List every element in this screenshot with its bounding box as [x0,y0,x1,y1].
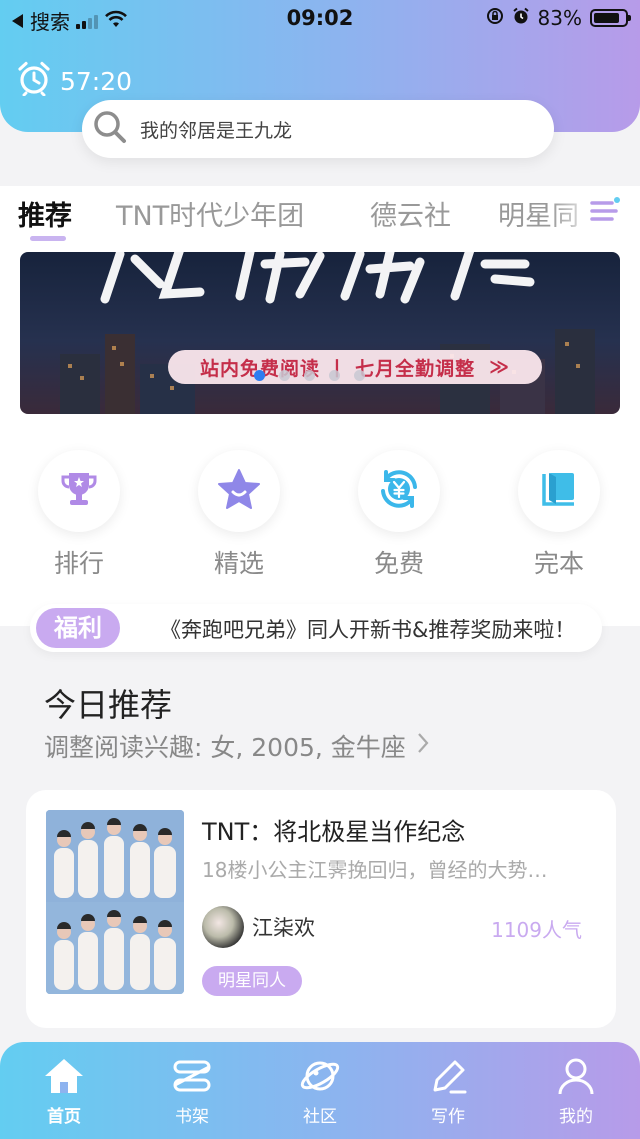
book-icon [538,468,580,514]
section-title: 今日推荐 [44,686,173,724]
quick-entry-circle [358,450,440,532]
quick-entry-featured[interactable]: 精选 [194,450,284,580]
author-name: 江柒欢 [252,916,315,940]
trophy-icon [59,469,99,513]
tab-tnt[interactable]: TNT时代少年团 [116,194,304,233]
quick-entry-label: 免费 [373,549,424,578]
battery-percent: 83% [537,6,582,30]
interest-settings-link[interactable]: 调整阅读兴趣: 女, 2005, 金牛座 [44,728,430,764]
quick-entry-circle [198,450,280,532]
interest-settings-text: 调整阅读兴趣: 女, 2005, 金牛座 [44,733,406,762]
battery-icon [590,9,631,27]
book-title[interactable]: TNT：将北极星当作纪念 [202,812,465,847]
category-menu-icon[interactable] [590,194,622,232]
tab-deyunshe[interactable]: 德云社 [370,194,451,233]
search-placeholder: 我的邻居是王九龙 [140,119,293,142]
notice-text: 《奔跑吧兄弟》同人开新书&推荐奖励来啦！ [160,618,576,642]
rotation-lock-icon [486,6,504,30]
user-icon [555,1058,597,1100]
pagination-dot[interactable] [354,370,365,381]
status-bar: 搜索 09:02 83% [0,0,640,36]
search-icon [92,109,128,149]
quick-entry-label: 精选 [213,549,264,578]
reading-timer[interactable]: 57:20 [16,60,132,102]
timer-value: 57:20 [60,66,133,96]
yuan-refresh-icon [377,467,421,515]
pagination-dot[interactable] [279,370,290,381]
battery-level [594,13,619,23]
pen-icon [427,1060,469,1100]
welfare-notice[interactable]: 福利 《奔跑吧兄弟》同人开新书&推荐奖励来啦！ [30,604,602,652]
book-description: 18楼小公主江霁挽回归，曾经的大势… [202,858,548,882]
active-tab-indicator [30,236,66,241]
chevron-right-icon [416,731,430,761]
welfare-badge: 福利 [36,608,120,648]
quick-entry-ranking[interactable]: 排行 [34,450,124,580]
bookshelf-icon [171,1060,213,1100]
category-tabs: 推荐 TNT时代少年团 德云社 明星同 [0,186,640,246]
planet-icon [299,1061,341,1100]
pagination-dot[interactable] [329,370,340,381]
pagination-dot[interactable] [254,370,265,381]
quick-entry-circle [38,450,120,532]
nav-label: 书架 [175,1107,209,1127]
pagination-dot[interactable] [304,370,315,381]
nav-write[interactable]: 写作 [398,1056,498,1127]
author-info[interactable]: 江柒欢 [202,906,315,948]
nav-label: 社区 [303,1107,337,1127]
star-icon [217,468,261,514]
popularity-count: 1109人气 [491,918,582,942]
quick-entry-label: 完本 [533,549,584,578]
app-screen: 搜索 09:02 83% 57:20 我的邻居是王九龙 推荐 TNT时代少年团 … [0,0,640,1139]
nav-label: 我的 [559,1107,593,1127]
book-cover-image[interactable] [46,810,184,994]
double-chevron-icon: ≫ [489,356,511,378]
promo-banner[interactable]: 站内免费阅读 丨 七月全勤调整 ≫ [20,252,620,414]
nav-label: 写作 [431,1107,465,1127]
home-icon [43,1059,85,1100]
quick-entry-circle [518,450,600,532]
search-bar[interactable]: 我的邻居是王九龙 [82,100,554,158]
tab-recommend[interactable]: 推荐 [18,194,72,233]
author-avatar[interactable] [202,906,244,948]
quick-entry-label: 排行 [53,549,104,578]
banner-title-graphic [90,252,550,318]
nav-profile[interactable]: 我的 [526,1056,626,1127]
banner-pagination [254,370,365,381]
nav-label: 首页 [47,1107,81,1127]
book-card[interactable]: TNT：将北极星当作纪念 18楼小公主江霁挽回归，曾经的大势… 江柒欢 1109… [26,790,616,1028]
alarm-status-icon [512,6,530,30]
genre-tag[interactable]: 明星同人 [202,966,302,996]
nav-bookshelf[interactable]: 书架 [142,1056,242,1127]
alarm-clock-icon [16,60,52,102]
quick-entry-completed[interactable]: 完本 [514,450,604,580]
bottom-nav: 首页 书架 社区 写作 我的 [0,1042,640,1139]
nav-community[interactable]: 社区 [270,1056,370,1127]
quick-entry-free[interactable]: 免费 [354,450,444,580]
status-right: 83% [486,6,631,30]
nav-home[interactable]: 首页 [14,1056,114,1127]
